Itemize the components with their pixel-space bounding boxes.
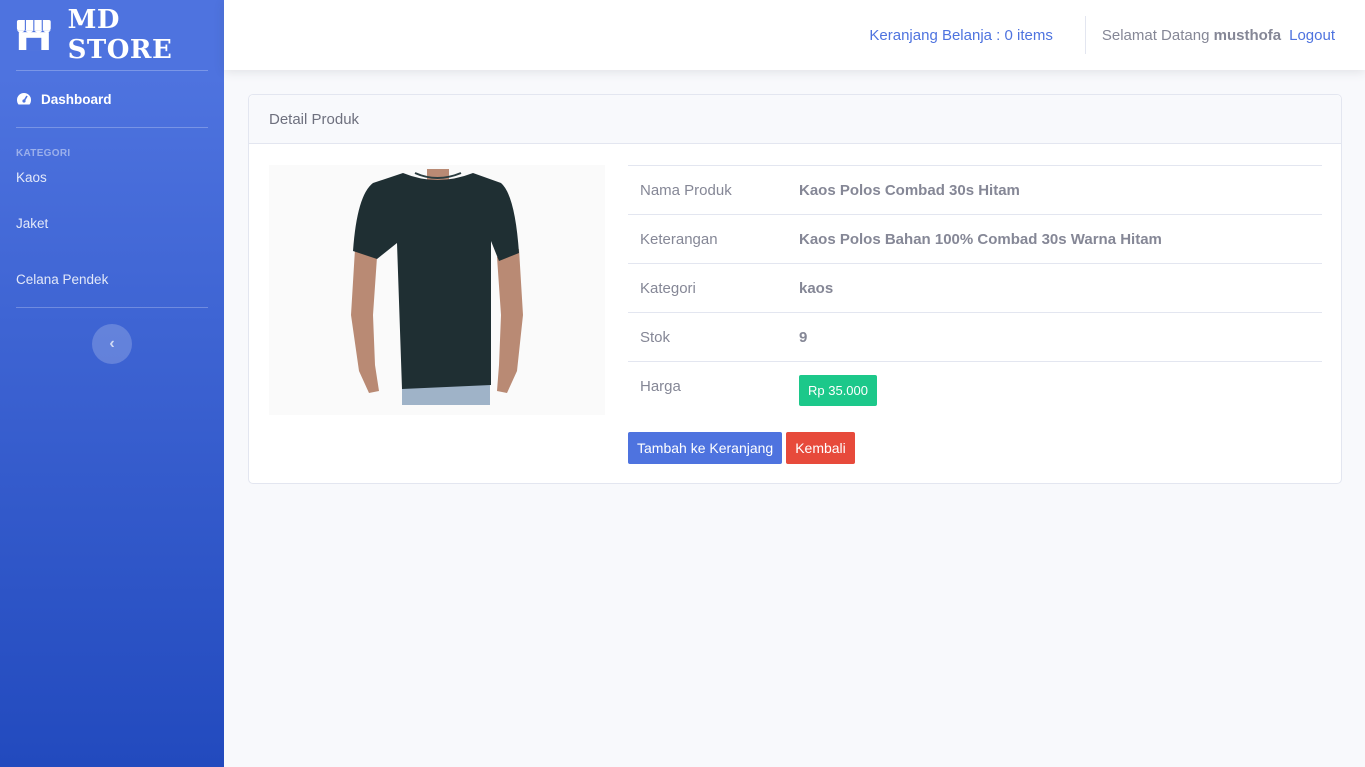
- row-label: Stok: [640, 328, 671, 346]
- sidebar-toggle-button[interactable]: ‹: [92, 324, 132, 364]
- sidebar-divider: [16, 307, 208, 308]
- row-label: Harga: [640, 378, 681, 395]
- sidebar-item-label: Celana Pendek: [16, 271, 109, 287]
- product-details-table: Nama Produk Kaos Polos Combad 30s Hitam …: [628, 165, 1322, 416]
- topbar: Keranjang Belanja : 0 items Selamat Data…: [224, 0, 1365, 70]
- sidebar-item-kaos[interactable]: Kaos: [0, 159, 224, 195]
- topbar-divider: [1084, 16, 1086, 54]
- row-label: Keterangan: [640, 230, 718, 248]
- row-label: Nama Produk: [640, 181, 732, 199]
- product-name: Kaos Polos Combad 30s Hitam: [799, 181, 1020, 199]
- sidebar-item-label: Dashboard: [41, 91, 112, 107]
- row-label: Kategori: [640, 279, 696, 297]
- logout-link[interactable]: Logout: [1289, 27, 1335, 44]
- action-buttons: Tambah ke Keranjang Kembali: [628, 432, 855, 464]
- sidebar: MD STORE Dashboard KATEGORI Kaos Jaket C…: [0, 0, 224, 767]
- price-badge: Rp 35.000: [799, 375, 877, 406]
- sidebar-item-celana-pendek[interactable]: Celana Pendek: [0, 251, 224, 307]
- cart-link[interactable]: Keranjang Belanja : 0 items: [869, 27, 1052, 44]
- sidebar-item-label: Jaket: [16, 215, 49, 231]
- table-row: Nama Produk Kaos Polos Combad 30s Hitam: [628, 165, 1322, 214]
- tachometer-icon: [16, 93, 32, 105]
- sidebar-item-label: Kaos: [16, 169, 47, 185]
- product-category: kaos: [799, 279, 834, 297]
- back-button[interactable]: Kembali: [786, 432, 855, 464]
- table-row: Keterangan Kaos Polos Bahan 100% Combad …: [628, 214, 1322, 263]
- product-detail-card: Detail Produk Nama Produk Kaos Polos Com…: [248, 94, 1342, 484]
- product-image: [269, 165, 605, 415]
- username: musthofa: [1213, 26, 1282, 44]
- welcome-prefix: Selamat Datang: [1101, 26, 1210, 44]
- welcome-text: Selamat Datang musthofa: [1102, 27, 1281, 44]
- table-row: Kategori kaos: [628, 263, 1322, 312]
- table-row: Stok 9: [628, 312, 1322, 361]
- sidebar-item-dashboard[interactable]: Dashboard: [0, 71, 224, 127]
- product-description: Kaos Polos Bahan 100% Combad 30s Warna H…: [799, 230, 1162, 248]
- brand-name: MD STORE: [67, 5, 173, 65]
- black-tshirt-image: [269, 165, 605, 415]
- sidebar-heading: KATEGORI: [16, 148, 71, 159]
- table-row: Harga Rp 35.000: [628, 361, 1322, 416]
- store-icon: [16, 19, 51, 51]
- sidebar-item-jaket[interactable]: Jaket: [0, 195, 224, 251]
- product-stock: 9: [799, 328, 808, 346]
- card-title: Detail Produk: [249, 95, 1341, 144]
- chevron-left-icon: ‹: [109, 335, 115, 352]
- add-to-cart-button[interactable]: Tambah ke Keranjang: [628, 432, 783, 464]
- brand[interactable]: MD STORE: [0, 0, 224, 70]
